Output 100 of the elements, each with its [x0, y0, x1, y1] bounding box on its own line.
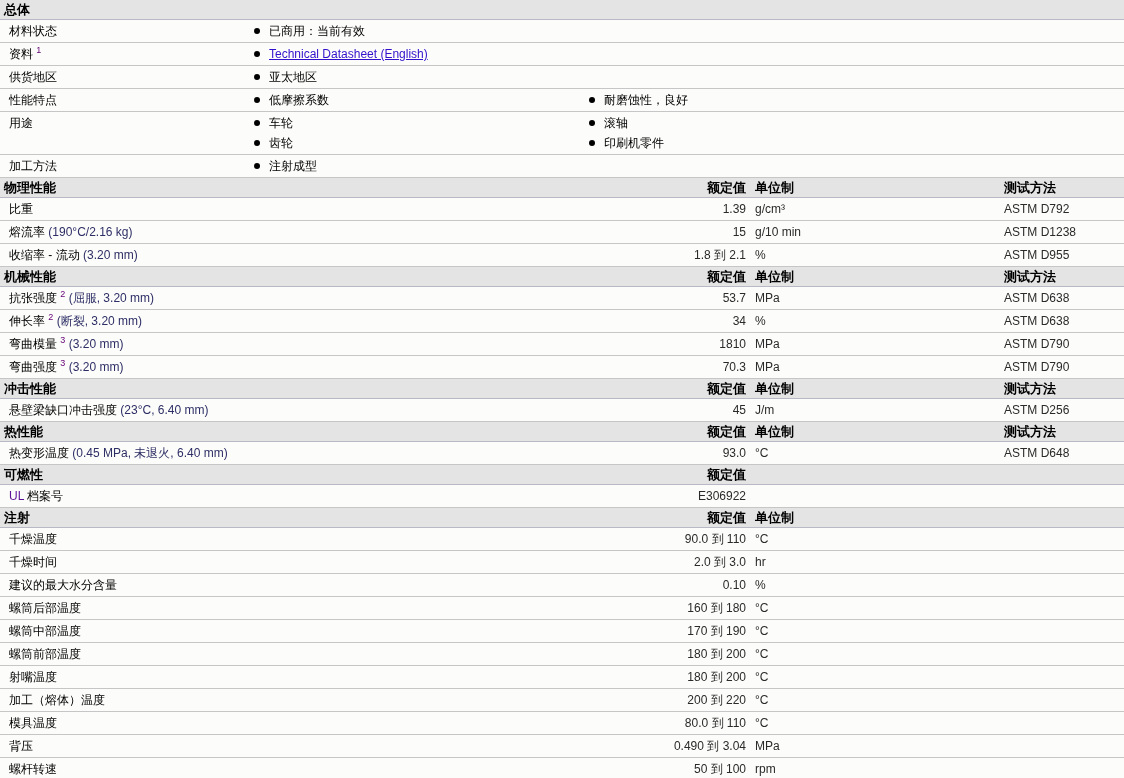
rated-value: 200 到 220	[686, 691, 746, 709]
column-heading: 单位制	[755, 422, 795, 441]
column-heading: 额定值	[706, 267, 746, 286]
rated-value: 90.0 到 110	[683, 530, 746, 548]
rated-value: 1810	[718, 337, 746, 351]
unit-text: °C	[755, 601, 770, 615]
property-name: 模具温度	[9, 714, 58, 732]
rated-value: 53.7	[721, 291, 746, 305]
section-title: 物理性能	[4, 178, 57, 197]
property-name: 螺筒前部温度	[9, 645, 82, 663]
rated-value: 93.0	[721, 446, 746, 460]
test-method: ASTM D638	[1004, 314, 1071, 328]
datasheet-link[interactable]: Technical Datasheet (English)	[269, 44, 428, 64]
column-heading: 测试方法	[1004, 422, 1057, 441]
rated-value: 80.0 到 110	[683, 714, 746, 732]
list-item-text: 注射成型	[269, 158, 317, 175]
column-heading: 额定值	[706, 508, 746, 527]
list-item-text: 滚轴	[604, 115, 628, 132]
property-name: 螺筒后部温度	[9, 599, 82, 617]
column-heading: 测试方法	[1004, 379, 1057, 398]
unit-text: %	[755, 314, 767, 328]
unit-text: °C	[755, 446, 770, 460]
field-label: 材料状态	[9, 23, 58, 40]
bullet-icon	[589, 120, 595, 126]
section-title: 可燃性	[4, 465, 44, 484]
unit-text: g/cm³	[755, 202, 786, 216]
rated-value: 15	[731, 225, 746, 239]
column-heading: 额定值	[706, 178, 746, 197]
list-item-text: 亚太地区	[269, 69, 317, 86]
list-item-text: 齿轮	[269, 135, 293, 152]
column-heading: 测试方法	[1004, 267, 1057, 286]
property-name: 背压	[9, 737, 34, 755]
column-heading: 单位制	[755, 508, 795, 527]
field-label: 用途	[9, 115, 34, 132]
unit-text: °C	[755, 624, 770, 638]
property-name: 建议的最大水分含量	[9, 576, 118, 594]
bullet-icon	[254, 120, 260, 126]
field-label: 性能特点	[9, 92, 58, 109]
rated-value: 45	[731, 403, 746, 417]
property-name: 千燥时间	[9, 553, 58, 571]
unit-text: °C	[755, 532, 770, 546]
unit-text: °C	[755, 716, 770, 730]
unit-text: MPa	[755, 337, 781, 351]
column-heading: 额定值	[706, 379, 746, 398]
bullet-icon	[254, 140, 260, 146]
unit-text: MPa	[755, 360, 781, 374]
rated-value: 180 到 200	[686, 645, 746, 663]
property-name: 抗张强度 $^{2}$ (屈服, 3.20 mm)	[9, 289, 156, 307]
bullet-icon	[589, 97, 595, 103]
rated-value: 50 到 100	[692, 760, 746, 778]
bullet-icon	[254, 51, 260, 57]
rated-value: 160 到 180	[686, 599, 746, 617]
rated-value: 34	[731, 314, 746, 328]
unit-text: rpm	[755, 762, 777, 776]
section-title: 总体	[4, 0, 31, 19]
unit-text: g/10 min	[755, 225, 803, 239]
column-heading: 单位制	[755, 267, 795, 286]
property-name: 弯曲模量 $^{3}$ (3.20 mm)	[9, 335, 125, 353]
test-method: ASTM D790	[1004, 337, 1071, 351]
test-method: ASTM D256	[1004, 403, 1071, 417]
column-heading: 额定值	[706, 465, 746, 484]
list-item-text: 印刷机零件	[604, 135, 664, 152]
property-name: 射嘴温度	[9, 668, 58, 686]
property-name: 比重	[9, 200, 34, 218]
field-label: 资料 $^{1}$	[9, 44, 43, 63]
property-name: UL 档案号	[9, 487, 65, 505]
list-item-text: 已商用：当前有效	[269, 23, 365, 40]
property-name: 伸长率 $^{2}$ (断裂, 3.20 mm)	[9, 312, 144, 330]
unit-text: %	[755, 578, 767, 592]
test-method: ASTM D648	[1004, 446, 1071, 460]
list-item-text: 低摩擦系数	[269, 92, 329, 109]
test-method: ASTM D1238	[1004, 225, 1078, 239]
unit-text: °C	[755, 647, 770, 661]
property-name: 千燥温度	[9, 530, 58, 548]
section-title: 热性能	[4, 422, 44, 441]
property-name: 热变形温度 (0.45 MPa, 未退火, 6.40 mm)	[9, 444, 229, 462]
property-name: 加工（熔体）温度	[9, 691, 106, 709]
property-name: 收缩率 - 流动 (3.20 mm)	[9, 246, 139, 264]
section-title: 注射	[4, 508, 31, 527]
bullet-icon	[254, 163, 260, 169]
rated-value: 1.8 到 2.1	[692, 246, 746, 264]
test-method: ASTM D790	[1004, 360, 1071, 374]
rated-value: 2.0 到 3.0	[692, 553, 746, 571]
bullet-icon	[254, 28, 260, 34]
rated-value: 180 到 200	[686, 668, 746, 686]
field-label: 供货地区	[9, 69, 58, 86]
column-heading: 额定值	[706, 422, 746, 441]
property-name: 螺筒中部温度	[9, 622, 82, 640]
rated-value: 0.490 到 3.04	[672, 737, 746, 755]
field-label: 加工方法	[9, 158, 58, 175]
list-item-text: 车轮	[269, 115, 293, 132]
bullet-icon	[589, 140, 595, 146]
property-name: 熔流率 (190°C/2.16 kg)	[9, 223, 134, 241]
unit-text: MPa	[755, 291, 781, 305]
bullet-icon	[254, 97, 260, 103]
bullet-icon	[254, 74, 260, 80]
list-item-text: 耐磨蚀性，良好	[604, 92, 688, 109]
test-method: ASTM D955	[1004, 248, 1071, 262]
rated-value: 1.39	[721, 202, 746, 216]
column-heading: 单位制	[755, 178, 795, 197]
